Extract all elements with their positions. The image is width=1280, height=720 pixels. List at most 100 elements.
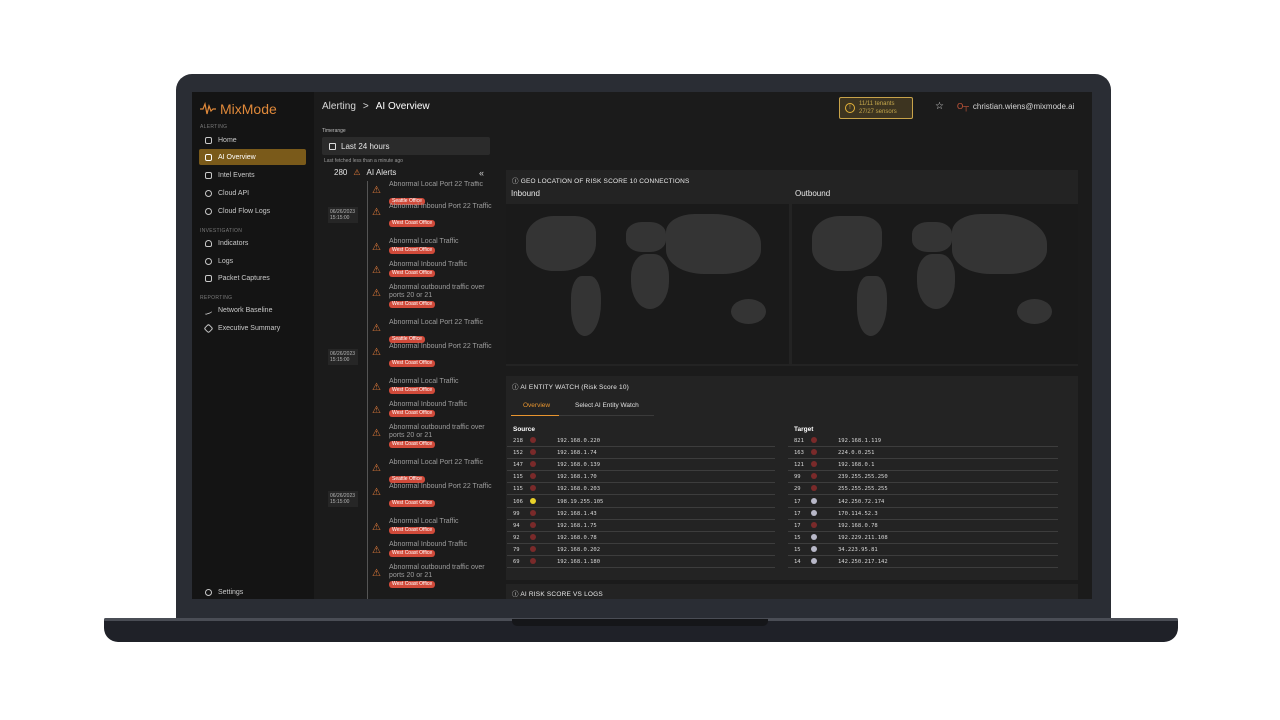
target-row[interactable]: 29 255.255.255.255 bbox=[788, 483, 1058, 496]
sidebar-item-settings[interactable]: Settings bbox=[199, 584, 306, 599]
sidebar-item-packet-captures[interactable]: Packet Captures bbox=[199, 270, 306, 286]
africa-shape bbox=[917, 254, 955, 309]
entity-panel-title: ⓘ AI ENTITY WATCH (Risk Score 10) bbox=[512, 384, 630, 391]
country-flag-icon bbox=[530, 473, 536, 480]
warning-icon: ⚠ bbox=[372, 487, 381, 498]
target-row[interactable]: 121 192.168.0.1 bbox=[788, 459, 1058, 472]
alert-title: Abnormal outbound traffic over ports 20 … bbox=[389, 284, 485, 299]
connection-count: 121 bbox=[794, 462, 804, 469]
risk-panel-title: ⓘ AI RISK SCORE VS LOGS bbox=[512, 591, 603, 598]
source-row[interactable]: 115 192.168.1.70 bbox=[507, 471, 775, 484]
star-icon[interactable]: ☆ bbox=[935, 101, 944, 112]
ip-address: 192.168.1.119 bbox=[838, 438, 882, 444]
ip-address: 192.168.1.70 bbox=[557, 474, 597, 481]
alert-title: Abnormal Local Traffic bbox=[389, 238, 459, 245]
country-flag-icon bbox=[530, 521, 536, 528]
laptop-notch bbox=[512, 619, 768, 626]
australia-shape bbox=[1017, 299, 1052, 324]
country-flag-icon bbox=[530, 449, 536, 456]
alert-count-label: AI Alerts bbox=[366, 168, 397, 177]
alert-title: Abnormal outbound traffic over ports 20 … bbox=[389, 564, 485, 579]
country-flag-icon bbox=[811, 558, 817, 564]
tab-select-ai-entity-watch[interactable]: Select AI Entity Watch bbox=[575, 402, 639, 409]
source-row[interactable]: 94 192.168.1.75 bbox=[507, 520, 775, 532]
outbound-label: Outbound bbox=[795, 189, 831, 198]
warning-icon: ⚠ bbox=[372, 207, 381, 218]
alert-location-tag: West Coast Office bbox=[389, 360, 436, 367]
logo[interactable]: MixMode bbox=[200, 100, 277, 118]
country-flag-icon bbox=[530, 437, 536, 443]
connection-count: 106 bbox=[513, 498, 523, 505]
alert-location-tag: West Coast Office bbox=[389, 581, 436, 588]
timerange-select[interactable]: Last 24 hours bbox=[322, 137, 490, 155]
target-row[interactable]: 17 142.250.72.174 bbox=[788, 496, 1058, 508]
target-row[interactable]: 14 142.250.217.142 bbox=[788, 556, 1058, 568]
source-row[interactable]: 92 192.168.0.78 bbox=[507, 532, 775, 544]
outbound-map[interactable] bbox=[792, 204, 1078, 364]
sidebar-item-network-baseline[interactable]: Network Baseline bbox=[199, 302, 306, 318]
warning-icon: ⚠ bbox=[372, 545, 381, 556]
ip-address: 192.168.0.139 bbox=[557, 462, 601, 469]
source-row[interactable]: 79 192.168.0.202 bbox=[507, 544, 775, 556]
tenant-status-button[interactable]: ! 11/11 tenants 27/27 sensors bbox=[839, 97, 913, 119]
sidebar-item-ai-overview[interactable]: AI Overview bbox=[199, 149, 306, 165]
source-row[interactable]: 152 192.168.1.74 bbox=[507, 447, 775, 460]
sidebar-item-executive-summary[interactable]: Executive Summary bbox=[199, 320, 306, 336]
country-flag-icon bbox=[530, 461, 536, 468]
source-row[interactable]: 106 198.19.255.105 bbox=[507, 496, 775, 508]
ip-address: 192.168.1.74 bbox=[557, 450, 597, 457]
europe-shape bbox=[626, 222, 666, 252]
connection-count: 79 bbox=[513, 546, 520, 553]
target-row[interactable]: 163 224.0.0.251 bbox=[788, 447, 1058, 460]
target-row[interactable]: 17 170.114.52.3 bbox=[788, 508, 1058, 520]
ip-address: 239.255.255.250 bbox=[838, 474, 888, 481]
tab-overview[interactable]: Overview bbox=[523, 402, 550, 409]
sidebar-item-cloud-flow-logs[interactable]: Cloud Flow Logs bbox=[199, 203, 306, 219]
alert-location-tag: West Coast Office bbox=[389, 220, 436, 227]
sidebar-item-home[interactable]: Home bbox=[199, 132, 306, 148]
breadcrumb-parent[interactable]: Alerting bbox=[322, 101, 356, 112]
sidebar-item-label: Home bbox=[218, 136, 237, 144]
lightbulb-icon bbox=[205, 239, 212, 247]
australia-shape bbox=[731, 299, 766, 324]
sidebar-item-indicators[interactable]: Indicators bbox=[199, 235, 306, 251]
alert-location-tag: Seattle Office bbox=[389, 336, 425, 343]
ip-address: 192.168.0.220 bbox=[557, 438, 601, 444]
ip-address: 192.168.0.78 bbox=[838, 522, 878, 529]
sidebar-item-logs[interactable]: Logs bbox=[199, 253, 306, 269]
ip-address: 224.0.0.251 bbox=[838, 450, 875, 457]
key-icon: O┬ bbox=[957, 102, 969, 111]
target-row[interactable]: 99 239.255.255.250 bbox=[788, 471, 1058, 484]
connection-count: 17 bbox=[794, 510, 801, 517]
alert-count: 280 bbox=[334, 168, 348, 177]
connection-count: 15 bbox=[794, 534, 801, 541]
source-row[interactable]: 115 192.168.0.203 bbox=[507, 483, 775, 496]
sidebar-item-label: Intel Events bbox=[218, 171, 255, 179]
source-row[interactable]: 147 192.168.0.139 bbox=[507, 459, 775, 472]
warning-icon: ⚠ bbox=[372, 185, 381, 196]
sidebar-item-intel-events[interactable]: Intel Events bbox=[199, 167, 306, 183]
entity-watch-panel: ⓘ AI ENTITY WATCH (Risk Score 10) Overvi… bbox=[506, 376, 1078, 580]
ip-address: 170.114.52.3 bbox=[838, 510, 878, 517]
connection-count: 14 bbox=[794, 559, 801, 565]
alert-title: Abnormal Inbound Traffic bbox=[389, 541, 468, 548]
target-row[interactable]: 17 192.168.0.78 bbox=[788, 520, 1058, 532]
inbound-map[interactable] bbox=[506, 204, 789, 364]
source-row[interactable]: 218 192.168.0.220 bbox=[507, 435, 775, 447]
sidebar-item-cloud-api[interactable]: Cloud API bbox=[199, 185, 306, 201]
warning-icon: ⚠ bbox=[372, 382, 381, 393]
sidebar-item-label: AI Overview bbox=[218, 153, 256, 161]
user-menu[interactable]: O┬ christian.wiens@mixmode.ai bbox=[957, 102, 1074, 111]
source-row[interactable]: 69 192.168.1.180 bbox=[507, 556, 775, 568]
ip-address: 34.223.95.81 bbox=[838, 546, 878, 553]
breadcrumb: Alerting > AI Overview bbox=[322, 101, 430, 112]
collapse-icon[interactable]: « bbox=[479, 168, 484, 178]
target-row[interactable]: 15 34.223.95.81 bbox=[788, 544, 1058, 556]
target-row[interactable]: 15 192.229.211.108 bbox=[788, 532, 1058, 544]
sidebar-item-label: Network Baseline bbox=[218, 306, 273, 314]
target-row[interactable]: 821 192.168.1.119 bbox=[788, 435, 1058, 447]
sidebar-item-label: Executive Summary bbox=[218, 324, 281, 332]
country-flag-icon bbox=[811, 485, 817, 492]
source-row[interactable]: 99 192.168.1.43 bbox=[507, 508, 775, 520]
page-title: AI Overview bbox=[375, 101, 430, 112]
